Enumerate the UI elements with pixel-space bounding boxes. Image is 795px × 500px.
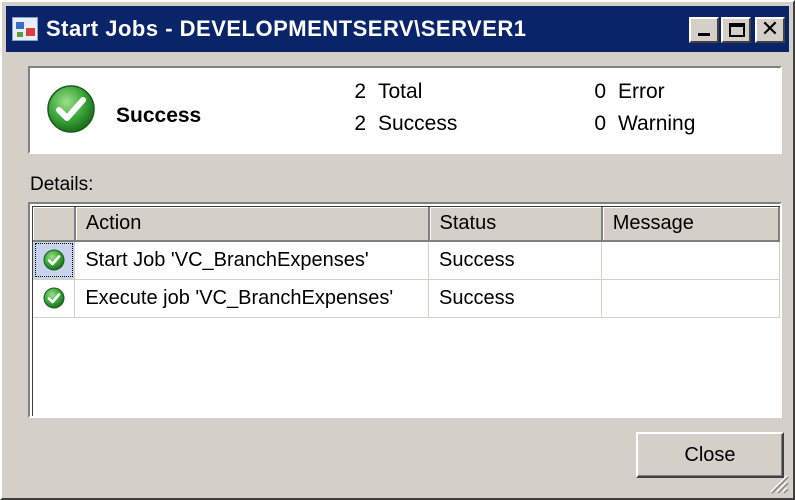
warning-label: Warning xyxy=(618,112,696,135)
start-jobs-dialog: Start Jobs - DEVELOPMENTSERV\SERVER1 ✕ S… xyxy=(0,0,795,500)
title-bar[interactable]: Start Jobs - DEVELOPMENTSERV\SERVER1 ✕ xyxy=(6,6,789,52)
status-cell: Success xyxy=(428,279,603,318)
maximize-icon xyxy=(729,23,745,37)
total-count: 2 xyxy=(354,80,366,103)
details-table: Action Status Message Start Job 'VC_Bran… xyxy=(33,207,780,318)
details-label: Details: xyxy=(30,174,94,195)
close-button[interactable]: Close xyxy=(636,432,784,478)
table-row[interactable]: Execute job 'VC_BranchExpenses' Success xyxy=(33,279,780,318)
maximize-button[interactable] xyxy=(721,17,751,43)
action-cell: Start Job 'VC_BranchExpenses' xyxy=(74,241,430,280)
success-label: Success xyxy=(378,112,458,135)
window-title: Start Jobs - DEVELOPMENTSERV\SERVER1 xyxy=(46,16,527,41)
column-header-action[interactable]: Action xyxy=(74,207,430,242)
message-cell xyxy=(601,241,780,280)
column-header-status[interactable]: Status xyxy=(428,207,603,242)
action-cell: Execute job 'VC_BranchExpenses' xyxy=(74,279,430,318)
table-header-row: Action Status Message xyxy=(33,207,780,242)
close-window-button[interactable]: ✕ xyxy=(755,17,785,43)
stat-total: 2 Total xyxy=(346,80,422,104)
success-check-icon xyxy=(43,249,65,271)
details-grid[interactable]: Action Status Message Start Job 'VC_Bran… xyxy=(28,202,782,418)
error-label: Error xyxy=(618,80,665,103)
row-header[interactable] xyxy=(33,279,76,318)
minimize-icon xyxy=(698,33,710,36)
success-check-icon xyxy=(43,287,65,309)
total-label: Total xyxy=(378,80,423,103)
summary-panel: Success 2 Total 2 Success 0 Error 0 Warning xyxy=(28,66,782,154)
app-icon[interactable] xyxy=(12,17,38,41)
stat-error: 0 Error xyxy=(586,80,665,104)
minimize-button[interactable] xyxy=(689,17,719,43)
row-header[interactable] xyxy=(33,241,76,280)
success-count: 2 xyxy=(354,112,366,135)
status-cell: Success xyxy=(428,241,603,280)
resize-grip-icon[interactable] xyxy=(767,472,789,494)
stat-warning: 0 Warning xyxy=(586,112,695,136)
success-check-icon xyxy=(47,85,95,133)
close-icon: ✕ xyxy=(760,17,780,42)
table-row[interactable]: Start Job 'VC_BranchExpenses' Success xyxy=(33,241,780,280)
column-header-message[interactable]: Message xyxy=(601,207,780,242)
error-count: 0 xyxy=(594,80,606,103)
summary-status: Success xyxy=(116,104,202,127)
row-selector-header[interactable] xyxy=(33,207,76,242)
warning-count: 0 xyxy=(594,112,606,135)
message-cell xyxy=(601,279,780,318)
stat-success: 2 Success xyxy=(346,112,457,136)
